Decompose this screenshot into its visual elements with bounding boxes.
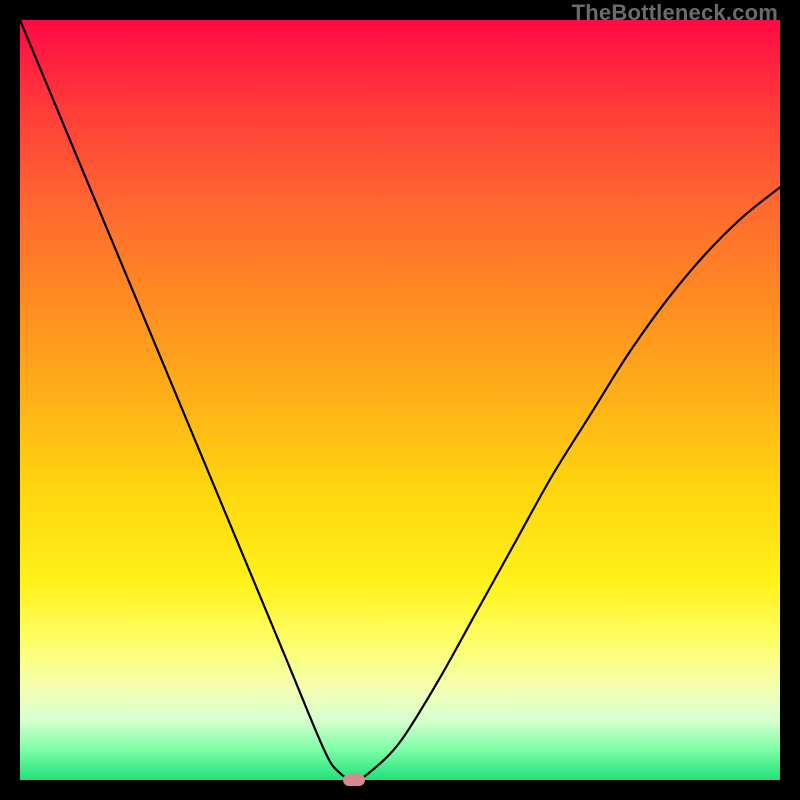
- bottleneck-curve: [20, 20, 780, 780]
- chart-frame: TheBottleneck.com: [0, 0, 800, 800]
- plot-area: [20, 20, 780, 780]
- optimal-marker: [343, 774, 365, 786]
